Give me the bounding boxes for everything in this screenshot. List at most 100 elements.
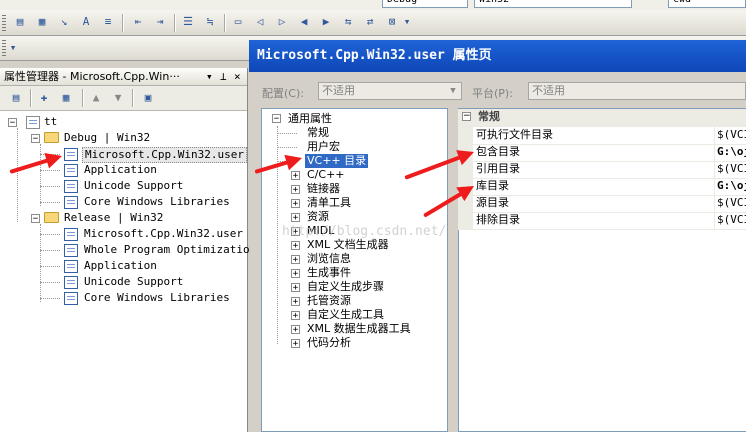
grid-row-value[interactable]: $(VCI xyxy=(714,161,746,178)
goto-bookmark-icon[interactable]: ⇆ xyxy=(340,14,356,30)
tree-general[interactable]: 常规 xyxy=(307,126,329,140)
expand-toggle[interactable]: + xyxy=(291,339,300,349)
expand-toggle[interactable]: + xyxy=(291,255,300,265)
grid-row-value[interactable]: $(VCI xyxy=(714,127,746,144)
tree-debug-config[interactable]: Debug | Win32 xyxy=(64,131,150,145)
tree-user-macros[interactable]: 用户宏 xyxy=(307,140,340,154)
icon-1[interactable]: ▤ xyxy=(12,14,28,30)
grid-row[interactable]: 包含目录 G:\oj xyxy=(458,144,746,162)
properties-icon[interactable]: ▤ xyxy=(8,90,24,106)
comment-icon[interactable]: ☰ xyxy=(180,14,196,30)
outdent-icon[interactable]: ⇤ xyxy=(130,14,146,30)
close-icon[interactable]: × xyxy=(234,68,241,85)
expand-toggle[interactable]: + xyxy=(291,297,300,307)
expand-toggle[interactable]: + xyxy=(291,171,300,181)
grid-row[interactable]: 排除目录 $(VCI xyxy=(458,212,746,230)
uncomment-icon[interactable]: ≒ xyxy=(202,14,218,30)
tree-release-application[interactable]: Application xyxy=(84,259,157,273)
tree-item-expandable[interactable]: 代码分析 xyxy=(307,336,351,350)
expand-toggle[interactable]: + xyxy=(291,311,300,321)
toolbar-grip-2[interactable] xyxy=(2,40,6,56)
grid-row[interactable]: 库目录 G:\oj xyxy=(458,178,746,196)
chevron-down-icon[interactable]: ▾ xyxy=(402,14,412,30)
tree-release-core-libs[interactable]: Core Windows Libraries xyxy=(84,291,230,305)
next-bookmark-folder-icon[interactable]: ▶ xyxy=(318,14,334,30)
grid-row-value[interactable]: G:\oj xyxy=(714,144,746,161)
icon-4[interactable]: A xyxy=(78,14,94,30)
icon-3[interactable]: ↘ xyxy=(56,14,72,30)
prev-bookmark-folder-icon[interactable]: ◀ xyxy=(296,14,312,30)
expand-toggle[interactable]: + xyxy=(291,241,300,251)
tree-item-expandable[interactable]: 自定义生成步骤 xyxy=(307,280,384,294)
add-existing-sheet-icon[interactable]: ▦ xyxy=(58,90,74,106)
add-new-sheet-icon[interactable]: ✚ xyxy=(36,90,52,106)
expand-toggle[interactable]: + xyxy=(291,325,300,335)
property-manager-title-bar: 属性管理器 - Microsoft.Cpp.Win··· ▾ ⊥ × xyxy=(0,68,247,86)
tree-release-config[interactable]: Release | Win32 xyxy=(64,211,163,225)
collapse-project-toggle[interactable]: − xyxy=(8,118,17,128)
tree-project[interactable]: tt xyxy=(44,115,57,129)
chevron-down-icon[interactable]: ▾ xyxy=(8,40,18,56)
find-combo[interactable]: cwd xyxy=(668,0,746,8)
next-bookmark-icon[interactable]: ▷ xyxy=(274,14,290,30)
tree-item-expandable[interactable]: XML 文档生成器 xyxy=(307,238,389,252)
tree-item-expandable[interactable]: 托管资源 xyxy=(307,294,351,308)
grid-row-value[interactable]: $(VCI xyxy=(714,195,746,212)
collapse-category-toggle[interactable]: − xyxy=(462,112,471,121)
grid-row[interactable]: 可执行文件目录 $(VCI xyxy=(458,127,746,145)
solution-config-combo[interactable]: Debug xyxy=(382,0,468,8)
grid-row-value[interactable]: G:\oj xyxy=(714,178,746,195)
tree-item-expandable[interactable]: 生成事件 xyxy=(307,266,351,280)
expand-toggle[interactable]: + xyxy=(291,199,300,209)
bookmark-icon[interactable]: ▭ xyxy=(230,14,246,30)
expand-toggle[interactable]: + xyxy=(291,269,300,279)
grid-row[interactable]: 源目录 $(VCI xyxy=(458,195,746,213)
move-up-icon[interactable]: ▲ xyxy=(88,90,104,106)
tree-item-expandable[interactable]: C/C++ xyxy=(307,168,345,182)
pin-icon[interactable]: ⊥ xyxy=(220,68,227,85)
collapse-common-props-toggle[interactable]: − xyxy=(272,114,281,124)
expand-toggle[interactable]: + xyxy=(291,283,300,293)
move-down-icon[interactable]: ▼ xyxy=(110,90,126,106)
bookmark-window-icon[interactable]: ⊠ xyxy=(384,14,400,30)
grid-row-name: 可执行文件目录 xyxy=(476,128,553,141)
prev-bookmark-icon[interactable]: ◁ xyxy=(252,14,268,30)
tree-item-expandable[interactable]: 自定义生成工具 xyxy=(307,308,384,322)
expand-toggle[interactable]: + xyxy=(291,213,300,223)
tree-release-wpo[interactable]: Whole Program Optimization xyxy=(84,243,256,257)
indent-icon[interactable]: ⇥ xyxy=(152,14,168,30)
tree-debug-user-sheet[interactable]: Microsoft.Cpp.Win32.user xyxy=(82,147,247,163)
text-editor-toolbar: ▤ ▦ ↘ A ≡ ⇤ ⇥ ☰ ≒ ▭ ◁ ▷ ◀ ▶ ⇆ ⇄ ⊠ ▾ xyxy=(0,10,746,36)
collapse-release-toggle[interactable]: − xyxy=(31,214,40,224)
grid-row[interactable]: 引用目录 $(VCI xyxy=(458,161,746,179)
tree-item-expandable[interactable]: 清单工具 xyxy=(307,196,351,210)
expand-toggle[interactable]: + xyxy=(291,185,300,195)
property-sheet-icon xyxy=(64,260,78,273)
grid-row-name: 源目录 xyxy=(476,196,509,209)
config-select[interactable]: 不适用 xyxy=(318,82,462,100)
tree-release-user-sheet[interactable]: Microsoft.Cpp.Win32.user xyxy=(84,227,243,241)
toolbar-grip[interactable] xyxy=(2,15,6,31)
save-icon[interactable]: ▣ xyxy=(140,90,156,106)
tree-item-expandable[interactable]: 链接器 xyxy=(307,182,340,196)
folder-icon xyxy=(44,212,59,223)
tree-debug-unicode[interactable]: Unicode Support xyxy=(84,179,183,193)
tree-debug-application[interactable]: Application xyxy=(84,163,157,177)
tree-item-expandable[interactable]: XML 数据生成器工具 xyxy=(307,322,411,336)
tree-item-expandable[interactable]: 资源 xyxy=(307,210,329,224)
grid-row-value[interactable]: $(VCI xyxy=(714,212,746,229)
tree-vc-directories[interactable]: VC++ 目录 xyxy=(305,154,369,168)
tree-debug-core-libs[interactable]: Core Windows Libraries xyxy=(84,195,230,209)
clear-bookmarks-icon[interactable]: ⇄ xyxy=(362,14,378,30)
collapse-debug-toggle[interactable]: − xyxy=(31,134,40,144)
tree-item-expandable[interactable]: 浏览信息 xyxy=(307,252,351,266)
property-sheet-icon xyxy=(64,292,78,305)
dropdown-arrow-icon[interactable]: ▾ xyxy=(206,68,213,85)
tree-common-properties[interactable]: 通用属性 xyxy=(288,112,332,126)
dialog-title: Microsoft.Cpp.Win32.user 属性页 xyxy=(257,48,492,63)
tree-release-unicode[interactable]: Unicode Support xyxy=(84,275,183,289)
solution-platform-combo[interactable]: Win32 xyxy=(474,0,632,8)
platform-select[interactable]: 不适用 xyxy=(528,82,746,100)
icon-2[interactable]: ▦ xyxy=(34,14,50,30)
icon-5[interactable]: ≡ xyxy=(100,14,116,30)
